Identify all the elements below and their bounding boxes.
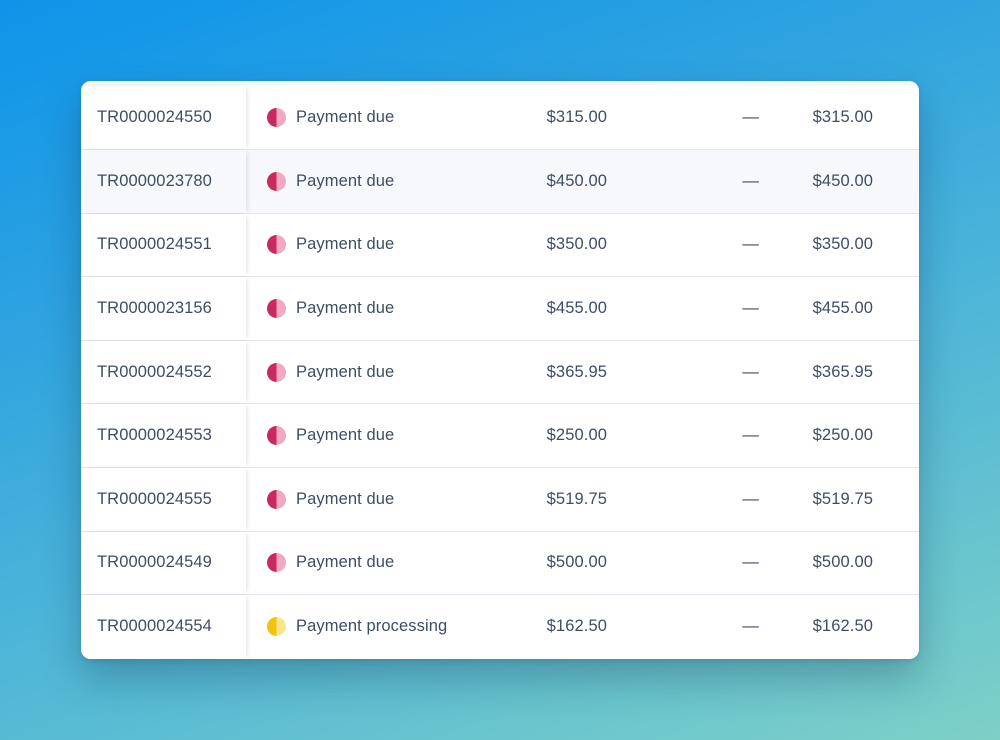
status-label: Payment due [296,298,395,317]
amount-cell: $455.00 [546,298,607,317]
adjustment-cell: — [742,108,759,126]
payment-processing-status-icon [267,617,286,637]
table-row[interactable]: TR0000024550 Payment due $315.00 — $315.… [81,86,919,150]
payment-due-status-icon [267,426,286,446]
adjustment-cell: — [742,489,759,508]
total-cell: $450.00 [812,171,873,190]
total-cell: $455.00 [812,298,873,317]
transaction-id[interactable]: TR0000024553 [81,404,246,467]
amount-cell: $162.50 [546,617,607,636]
table-row[interactable]: TR0000023156 Payment due $455.00 — $455.… [81,277,919,341]
amount-cell: $519.75 [546,489,607,508]
status-label: Payment due [296,171,395,190]
transaction-id[interactable]: TR0000024554 [81,595,246,659]
transaction-id[interactable]: TR0000024550 [81,86,246,149]
table-row[interactable]: TR0000024549 Payment due $500.00 — $500.… [81,531,919,596]
total-cell: $350.00 [812,235,873,254]
amount-cell: $315.00 [546,108,607,126]
payment-due-status-icon [267,171,286,191]
amount-cell: $450.00 [546,171,607,190]
amount-cell: $500.00 [546,553,607,572]
amount-cell: $365.95 [546,362,607,381]
total-cell: $250.00 [812,426,873,445]
status-label: Payment due [296,108,395,126]
payment-due-status-icon [267,553,286,573]
payment-due-status-icon [267,489,286,509]
total-cell: $500.00 [812,553,873,572]
table-body: TR0000024550 Payment due $315.00 — $315.… [81,81,919,659]
transaction-id[interactable]: TR0000024549 [81,531,246,595]
total-cell: $162.50 [812,617,873,636]
table-row[interactable]: TR0000023780 Payment due $450.00 — $450.… [81,150,919,214]
table-row[interactable]: TR0000024553 Payment due $250.00 — $250.… [81,404,919,468]
payment-due-status-icon [267,108,286,127]
status-label: Payment due [296,553,395,572]
table-row[interactable]: TR0000024554 Payment processing $162.50 … [81,595,919,659]
total-cell: $315.00 [812,108,873,126]
adjustment-cell: — [742,426,759,445]
amount-cell: $350.00 [546,235,607,254]
table-row[interactable]: TR0000024551 Payment due $350.00 — $350.… [81,213,919,278]
adjustment-cell: — [742,171,759,190]
transaction-id[interactable]: TR0000023780 [81,150,246,213]
total-cell: $365.95 [812,362,873,381]
transaction-id[interactable]: TR0000024552 [81,340,246,404]
status-label: Payment processing [296,617,448,636]
payment-due-status-icon [267,298,286,318]
amount-cell: $250.00 [546,426,607,445]
transaction-id[interactable]: TR0000024551 [81,213,246,277]
status-label: Payment due [296,426,395,445]
payment-due-status-icon [267,362,286,382]
adjustment-cell: — [742,617,759,636]
status-label: Payment due [296,489,395,508]
transactions-table: TR0000024550 Payment due $315.00 — $315.… [81,81,919,659]
table-row[interactable]: TR0000024555 Payment due $519.75 — $519.… [81,467,919,532]
payment-due-status-icon [267,235,286,255]
adjustment-cell: — [742,235,759,254]
transaction-id[interactable]: TR0000024555 [81,467,246,531]
adjustment-cell: — [742,553,759,572]
adjustment-cell: — [742,298,759,317]
transaction-id[interactable]: TR0000023156 [81,277,246,340]
total-cell: $519.75 [812,489,873,508]
adjustment-cell: — [742,362,759,381]
status-label: Payment due [296,362,395,381]
table-row[interactable]: TR0000024552 Payment due $365.95 — $365.… [81,340,919,405]
status-label: Payment due [296,235,395,254]
